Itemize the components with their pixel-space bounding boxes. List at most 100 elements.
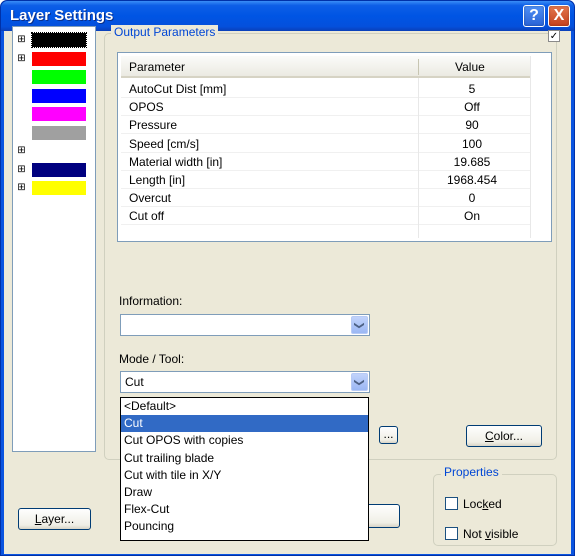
parameter-cell: OPOS (129, 100, 164, 115)
dropdown-option[interactable]: Cut with tile in X/Y (121, 467, 368, 484)
information-combo[interactable]: ❯ (120, 314, 370, 336)
expand-icon[interactable]: ⊞ (16, 53, 27, 64)
expand-icon[interactable] (16, 90, 27, 101)
value-cell[interactable]: Off (418, 100, 526, 114)
layer-row[interactable]: ⊞ (13, 142, 95, 160)
value-cell[interactable]: On (418, 209, 526, 223)
color-label: olor... (493, 429, 524, 443)
column-divider[interactable] (418, 59, 419, 75)
mode-tool-label: Mode / Tool: (119, 352, 185, 366)
column-header-parameter[interactable]: Parameter (129, 60, 185, 74)
column-gridline (418, 78, 419, 238)
column-gridline (530, 56, 531, 238)
layer-row[interactable] (13, 68, 95, 86)
not-visible-label[interactable]: Not visible (463, 527, 518, 541)
window-title: Layer Settings (10, 7, 114, 24)
color-button[interactable]: Color... (466, 425, 542, 447)
not-visible-checkbox[interactable] (445, 527, 458, 540)
mode-tool-combo[interactable]: Cut ❯ (120, 371, 370, 393)
layer-color-swatch[interactable] (32, 51, 86, 66)
chevron-glyph: ❯ (353, 321, 365, 330)
layer-mnemonic: L (34, 512, 42, 526)
layer-color-swatch[interactable] (31, 32, 87, 48)
table-row[interactable]: Length [in] 1968.454 (121, 171, 531, 189)
parameter-table[interactable]: Parameter Value AutoCut Dist [mm] 5 OPOS Of… (117, 52, 552, 242)
color-mnemonic: C (484, 429, 494, 443)
chevron-down-icon[interactable]: ❯ (351, 373, 368, 391)
dropdown-option[interactable]: <Default> (121, 398, 368, 415)
layer-row[interactable]: ⊞ (13, 31, 95, 49)
value-cell[interactable]: 5 (418, 82, 526, 96)
expand-icon[interactable] (16, 127, 27, 138)
dropdown-option[interactable]: Cut (121, 415, 368, 433)
expand-icon[interactable] (16, 108, 27, 119)
table-row[interactable]: Speed [cm/s] 100 (121, 135, 531, 153)
close-icon: X (553, 7, 565, 24)
value-cell[interactable]: 100 (418, 137, 526, 151)
ellipsis-button[interactable]: ... (379, 426, 398, 444)
layer-color-swatch[interactable] (32, 181, 86, 195)
layer-row[interactable]: ⊞ (13, 161, 95, 179)
value-cell[interactable]: 90 (418, 118, 526, 132)
layer-row[interactable]: ⊞ (13, 179, 95, 197)
layer-color-swatch[interactable] (32, 162, 86, 177)
expand-icon[interactable]: ⊞ (16, 145, 27, 156)
check-icon: ✓ (549, 31, 559, 42)
expand-icon[interactable]: ⊞ (16, 164, 27, 175)
parameter-cell: Cut off (129, 209, 165, 224)
chevron-glyph: ❯ (353, 378, 365, 387)
expand-icon[interactable]: ⊞ (16, 34, 27, 45)
locked-text-1: Loc (463, 497, 483, 511)
value-cell[interactable]: 0 (418, 191, 526, 205)
expand-icon[interactable] (16, 71, 27, 82)
mode-tool-dropdown-list[interactable]: <Default> Cut Cut OPOS with copies Cut trai… (120, 397, 369, 541)
dropdown-option[interactable]: Cut trailing blade (121, 450, 368, 467)
ellipsis-label: ... (383, 427, 394, 441)
parameter-cell: Pressure (129, 118, 178, 133)
parameter-cell: Length [in] (129, 173, 186, 187)
table-row[interactable]: OPOS Off (121, 98, 531, 117)
help-icon: ? (529, 7, 539, 24)
layer-button[interactable]: Layer... (18, 508, 91, 530)
table-row[interactable]: Cut off On (121, 207, 531, 226)
value-cell[interactable]: 19.685 (418, 155, 526, 169)
layer-row[interactable] (13, 105, 95, 123)
value-cell[interactable]: 1968.454 (418, 173, 526, 187)
layer-color-swatch[interactable] (32, 88, 86, 103)
layer-label: ayer... (41, 512, 75, 526)
parameter-cell: Speed [cm/s] (129, 136, 200, 151)
information-label: Information: (119, 294, 183, 308)
dropdown-option[interactable]: Pouncing (121, 518, 368, 535)
dropdown-option[interactable]: Flex-Cut (121, 501, 368, 518)
locked-label[interactable]: Locked (463, 497, 502, 511)
layer-row[interactable]: ⊞ (13, 50, 95, 68)
locked-text-2: ed (488, 497, 502, 511)
properties-title: Properties (441, 465, 502, 479)
layer-color-swatch[interactable] (32, 125, 86, 140)
not-visible-text-2: isible (491, 527, 519, 541)
close-button[interactable]: X (548, 5, 570, 27)
locked-checkbox[interactable] (445, 497, 458, 510)
parameter-cell: Overcut (129, 191, 172, 206)
help-button[interactable]: ? (523, 5, 545, 27)
expand-icon[interactable]: ⊞ (16, 182, 27, 193)
column-header-value[interactable]: Value (455, 60, 485, 74)
parameter-cell: Material width [in] (129, 154, 223, 169)
layer-row[interactable] (13, 124, 95, 142)
layer-list[interactable]: ⊞ ⊞ ⊞ ⊞ ⊞ (12, 26, 96, 452)
table-row[interactable]: Material width [in] 19.685 (121, 153, 531, 171)
dropdown-option[interactable]: Draw (121, 484, 368, 501)
layer-color-swatch[interactable] (32, 107, 86, 121)
table-header: Parameter Value (121, 56, 531, 78)
table-row[interactable]: Pressure 90 (121, 116, 531, 135)
mode-tool-value: Cut (125, 375, 144, 389)
output-parameters-checkbox[interactable]: ✓ (548, 30, 560, 42)
table-row[interactable]: Overcut 0 (121, 189, 531, 208)
layer-color-swatch[interactable] (32, 70, 86, 84)
not-visible-text-1: Not (463, 527, 486, 541)
layer-row[interactable] (13, 87, 95, 105)
chevron-down-icon[interactable]: ❯ (351, 316, 368, 334)
table-row[interactable]: AutoCut Dist [mm] 5 (121, 80, 531, 98)
parameter-cell: AutoCut Dist [mm] (129, 82, 227, 96)
dropdown-option[interactable]: Cut OPOS with copies (121, 432, 368, 449)
